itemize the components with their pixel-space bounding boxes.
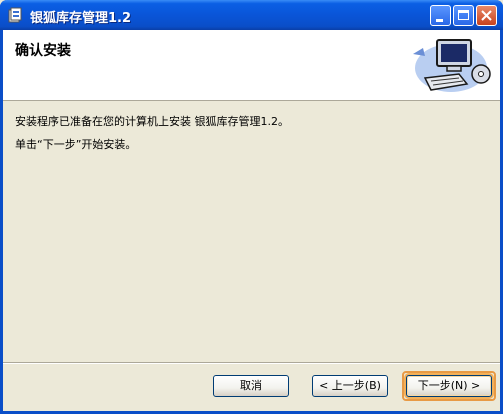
maximize-button[interactable] xyxy=(453,5,474,26)
install-ready-text: 安装程序已准备在您的计算机上安装 银狐库存管理1.2。 xyxy=(15,115,289,128)
back-button[interactable]: < 上一步(B) xyxy=(312,375,388,397)
close-icon xyxy=(481,10,492,21)
window-title: 银狐库存管理1.2 xyxy=(30,11,132,26)
wizard-header: 确认安装 xyxy=(3,30,500,101)
computer-cd-icon xyxy=(411,34,493,99)
close-button[interactable] xyxy=(476,5,497,26)
button-separator xyxy=(3,362,500,364)
minimize-icon xyxy=(436,19,443,22)
cancel-button[interactable]: 取消 xyxy=(213,375,289,397)
page-title: 确认安装 xyxy=(15,43,71,59)
title-bar[interactable]: 银狐库存管理1.2 xyxy=(0,0,503,30)
next-button[interactable]: 下一步(N) > xyxy=(406,375,492,397)
installer-icon xyxy=(8,7,24,23)
maximize-icon xyxy=(458,10,469,20)
minimize-button[interactable] xyxy=(430,5,451,26)
installer-window: 银狐库存管理1.2 确认安装 安装程序已准备在您的计算机上安装 银狐库存管理1.… xyxy=(0,0,503,414)
install-instruction-text: 单击“下一步”开始安装。 xyxy=(15,138,137,151)
